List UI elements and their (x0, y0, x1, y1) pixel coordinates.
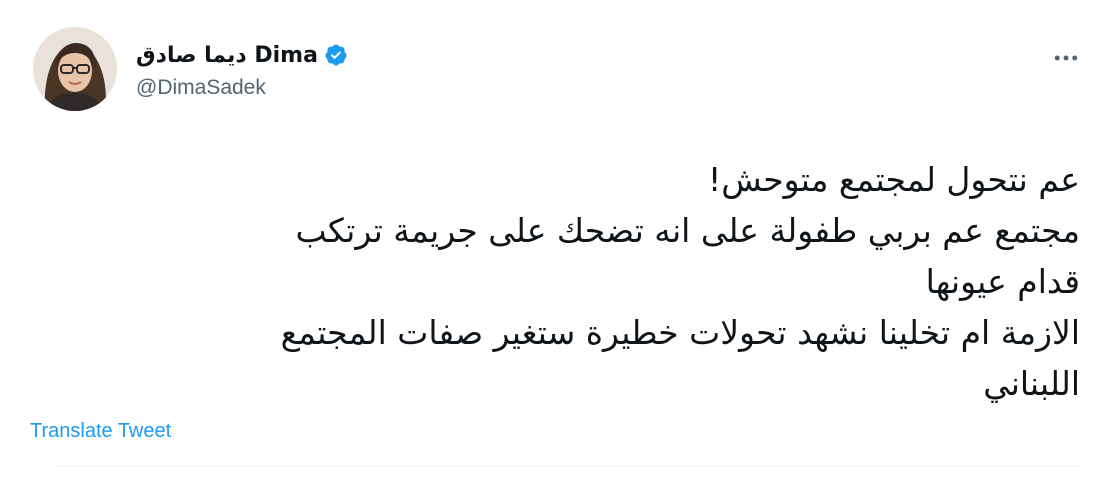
tweet-header: ديما صادق Dima @DimaSadek (136, 38, 348, 100)
tweet-line: مجتمع عم بربي طفولة على انه تضحك على جري… (295, 211, 1080, 250)
tweet-line: اللبناني (983, 364, 1080, 403)
tweet-text: عم نتحول لمجتمع متوحش! مجتمع عم بربي طفو… (30, 154, 1080, 409)
tweet-card: ديما صادق Dima @DimaSadek عم نتحول لمجتم… (0, 0, 1110, 479)
more-options-button[interactable] (1048, 40, 1084, 76)
divider (55, 466, 1080, 467)
tweet-line: الازمة ام تخلينا نشهد تحولات خطيرة ستغير… (280, 313, 1080, 352)
name-row: ديما صادق Dima (136, 38, 348, 72)
tweet-line: عم نتحول لمجتمع متوحش! (707, 160, 1080, 199)
avatar[interactable] (33, 27, 117, 111)
profile-photo-icon (33, 27, 117, 111)
verified-badge-icon (324, 43, 348, 67)
translate-tweet-link[interactable]: Translate Tweet (30, 420, 171, 443)
display-name[interactable]: ديما صادق Dima (136, 43, 318, 68)
more-horizontal-icon (1054, 55, 1078, 61)
tweet-line: قدام عيونها (925, 262, 1080, 301)
user-handle[interactable]: @DimaSadek (136, 76, 348, 100)
